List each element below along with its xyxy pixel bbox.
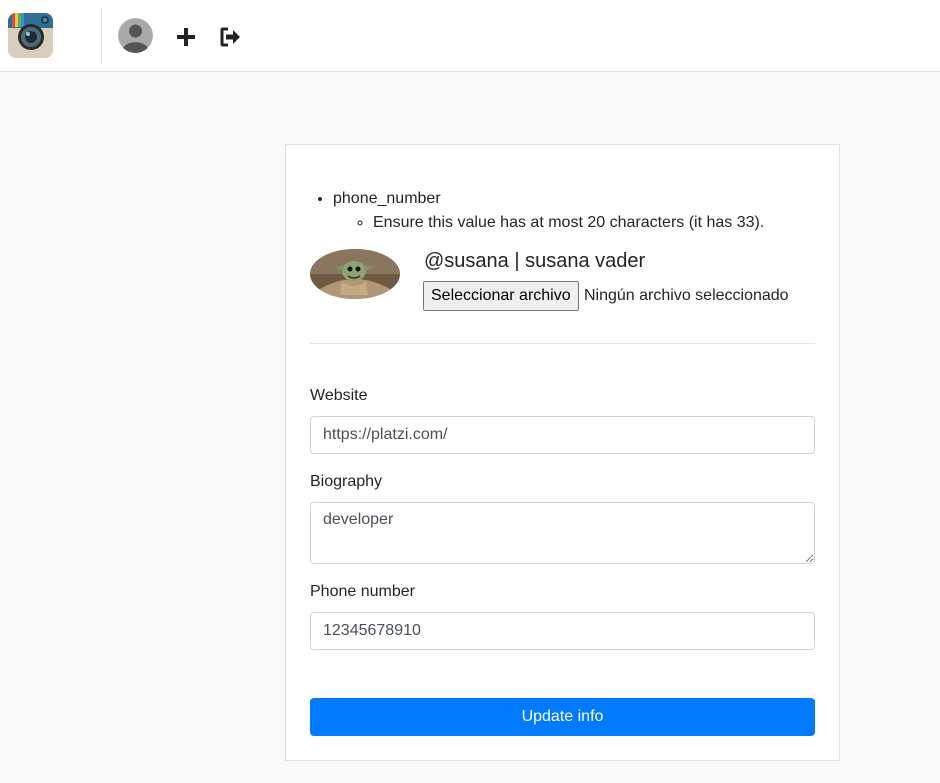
profile-card: phone_number Ensure this value has at mo… xyxy=(285,144,840,761)
error-field-name: phone_number xyxy=(333,190,441,207)
error-list: phone_number Ensure this value has at mo… xyxy=(333,187,764,235)
divider xyxy=(310,343,815,344)
choose-file-button[interactable]: Seleccionar archivo xyxy=(423,281,579,311)
error-message: Ensure this value has at most 20 charact… xyxy=(373,211,764,235)
file-status-text: Ningún archivo seleccionado xyxy=(584,287,789,304)
profile-username: @susana | susana vader xyxy=(424,250,646,272)
biography-textarea[interactable]: developer xyxy=(310,502,815,564)
biography-label: Biography xyxy=(310,473,383,490)
nav-divider xyxy=(101,8,102,64)
phone-number-input[interactable] xyxy=(310,612,815,650)
plus-icon[interactable] xyxy=(175,26,197,48)
navbar xyxy=(0,0,940,72)
update-info-button[interactable]: Update info xyxy=(310,698,815,736)
website-label: Website xyxy=(310,387,368,404)
sign-out-icon[interactable] xyxy=(220,27,242,47)
phone-number-label: Phone number xyxy=(310,583,415,600)
profile-picture xyxy=(310,249,400,299)
camera-logo-icon[interactable] xyxy=(8,13,53,58)
website-input[interactable] xyxy=(310,416,815,454)
error-field-item: phone_number Ensure this value has at mo… xyxy=(333,187,764,235)
user-avatar-icon[interactable] xyxy=(118,18,153,53)
